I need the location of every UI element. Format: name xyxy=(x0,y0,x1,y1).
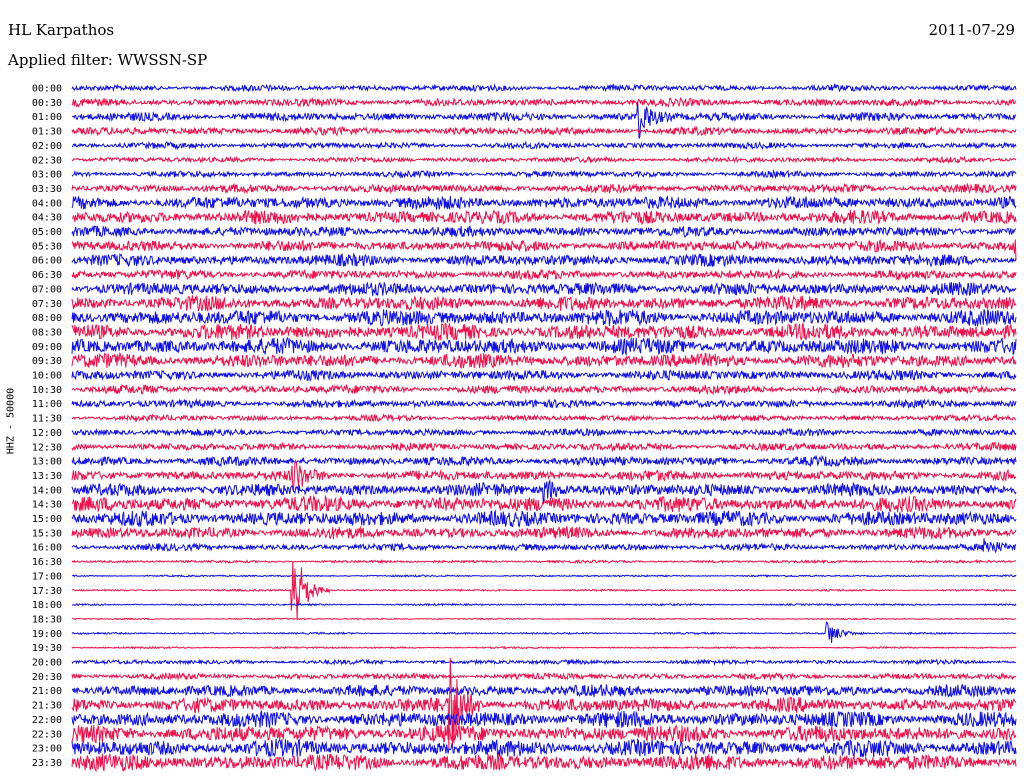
time-tick-label: 03:00 xyxy=(32,170,62,181)
time-tick-label: 03:30 xyxy=(32,184,62,195)
time-tick-label: 14:30 xyxy=(32,500,62,511)
time-tick-label: 09:00 xyxy=(32,342,62,353)
seismic-trace xyxy=(71,224,1017,239)
time-tick-label: 07:30 xyxy=(32,299,62,310)
time-tick-label: 16:30 xyxy=(32,557,62,568)
time-tick-label: 11:30 xyxy=(32,414,62,425)
seismic-trace xyxy=(71,617,1017,621)
time-tick-label: 07:00 xyxy=(32,284,62,295)
time-tick-label: 01:30 xyxy=(32,127,62,138)
seismic-trace xyxy=(71,538,1017,554)
seismic-trace xyxy=(71,683,1016,699)
seismic-trace xyxy=(72,561,1017,620)
seismic-trace xyxy=(71,336,1017,357)
time-tick-label: 05:00 xyxy=(32,227,62,238)
seismic-trace xyxy=(71,737,1017,758)
seismic-trace xyxy=(71,454,1017,468)
time-tick-label: 09:30 xyxy=(32,356,62,367)
time-tick-label: 00:30 xyxy=(32,98,62,109)
time-tick-label: 19:30 xyxy=(32,643,62,654)
time-tick-label: 15:30 xyxy=(32,528,62,539)
seismic-trace xyxy=(71,383,1017,396)
time-tick-label: 06:30 xyxy=(32,270,62,281)
time-tick-label: 10:00 xyxy=(32,371,62,382)
seismic-trace xyxy=(71,441,1017,453)
seismic-trace xyxy=(71,710,1017,728)
seismic-trace xyxy=(71,322,1017,341)
seismic-trace xyxy=(71,413,1017,423)
time-tick-label: 23:00 xyxy=(32,744,62,755)
seismic-trace xyxy=(71,478,1017,505)
time-tick-label: 18:00 xyxy=(32,600,62,611)
time-tick-label: 22:00 xyxy=(32,715,62,726)
seismic-trace xyxy=(71,182,1017,195)
seismic-trace xyxy=(71,671,1017,682)
seismic-trace xyxy=(71,724,1017,744)
time-tick-label: 22:30 xyxy=(32,729,62,740)
seismic-trace xyxy=(71,97,1017,108)
time-tick-label: 23:30 xyxy=(32,758,62,769)
seismic-trace xyxy=(71,427,1017,438)
time-tick-label: 02:30 xyxy=(32,155,62,166)
time-tick-label: 15:00 xyxy=(32,514,62,525)
time-tick-label: 05:30 xyxy=(32,241,62,252)
time-tick-label: 00:00 xyxy=(32,84,62,95)
seismic-trace xyxy=(71,658,1017,667)
trace-group xyxy=(71,82,1017,773)
time-tick-label: 02:00 xyxy=(32,141,62,152)
time-tick-label: 16:00 xyxy=(32,543,62,554)
seismic-trace xyxy=(71,268,1017,281)
time-tick-label: 10:30 xyxy=(32,385,62,396)
time-tick-label: 21:30 xyxy=(32,701,62,712)
time-tick-label: 11:00 xyxy=(32,399,62,410)
time-tick-label: 01:00 xyxy=(32,112,62,123)
time-tick-label: 19:00 xyxy=(32,629,62,640)
time-tick-label: 12:30 xyxy=(32,442,62,453)
tick-label-group: 00:00 00:30 01:00 01:30 02:00 02:30 03:00 03:30… xyxy=(32,84,62,769)
seismic-trace xyxy=(71,140,1017,151)
seismic-trace xyxy=(71,525,1017,540)
time-tick-label: 20:00 xyxy=(32,658,62,669)
time-tick-label: 21:00 xyxy=(32,686,62,697)
seismic-trace xyxy=(71,209,1017,226)
seismic-trace xyxy=(71,602,1017,607)
time-tick-label: 08:00 xyxy=(32,313,62,324)
time-tick-label: 04:30 xyxy=(32,213,62,224)
time-tick-label: 13:00 xyxy=(32,457,62,468)
seismic-trace xyxy=(71,125,1017,137)
seismic-trace xyxy=(71,309,1017,327)
time-tick-label: 12:00 xyxy=(32,428,62,439)
seismic-trace xyxy=(71,573,1017,578)
seismic-trace xyxy=(71,645,1017,650)
seismic-trace xyxy=(71,195,1017,211)
seismic-trace xyxy=(71,252,1017,268)
seismic-trace xyxy=(71,753,1017,773)
time-tick-label: 14:00 xyxy=(32,485,62,496)
time-tick-label: 18:30 xyxy=(32,614,62,625)
seismic-trace xyxy=(71,397,1017,409)
seismic-trace xyxy=(71,155,1017,164)
seismic-trace xyxy=(71,509,1017,528)
seismic-trace xyxy=(71,169,1017,180)
time-tick-label: 13:30 xyxy=(32,471,62,482)
seismic-trace xyxy=(71,281,1017,297)
seismic-trace xyxy=(71,295,1017,313)
time-tick-label: 04:00 xyxy=(32,198,62,209)
seismic-trace xyxy=(71,369,1017,383)
seismic-trace xyxy=(71,558,1017,565)
helicorder-plot: 00:00 00:30 01:00 01:30 02:00 02:30 03:00 03:30… xyxy=(32,82,1017,773)
seismic-trace xyxy=(71,657,1017,750)
seismic-trace xyxy=(71,621,1017,644)
time-tick-label: 20:30 xyxy=(32,672,62,683)
seismic-trace xyxy=(71,351,1017,370)
time-tick-label: 08:30 xyxy=(32,327,62,338)
seismic-trace xyxy=(71,82,1017,93)
time-tick-label: 17:30 xyxy=(32,586,62,597)
time-tick-label: 06:00 xyxy=(32,256,62,267)
time-tick-label: 17:00 xyxy=(32,571,62,582)
